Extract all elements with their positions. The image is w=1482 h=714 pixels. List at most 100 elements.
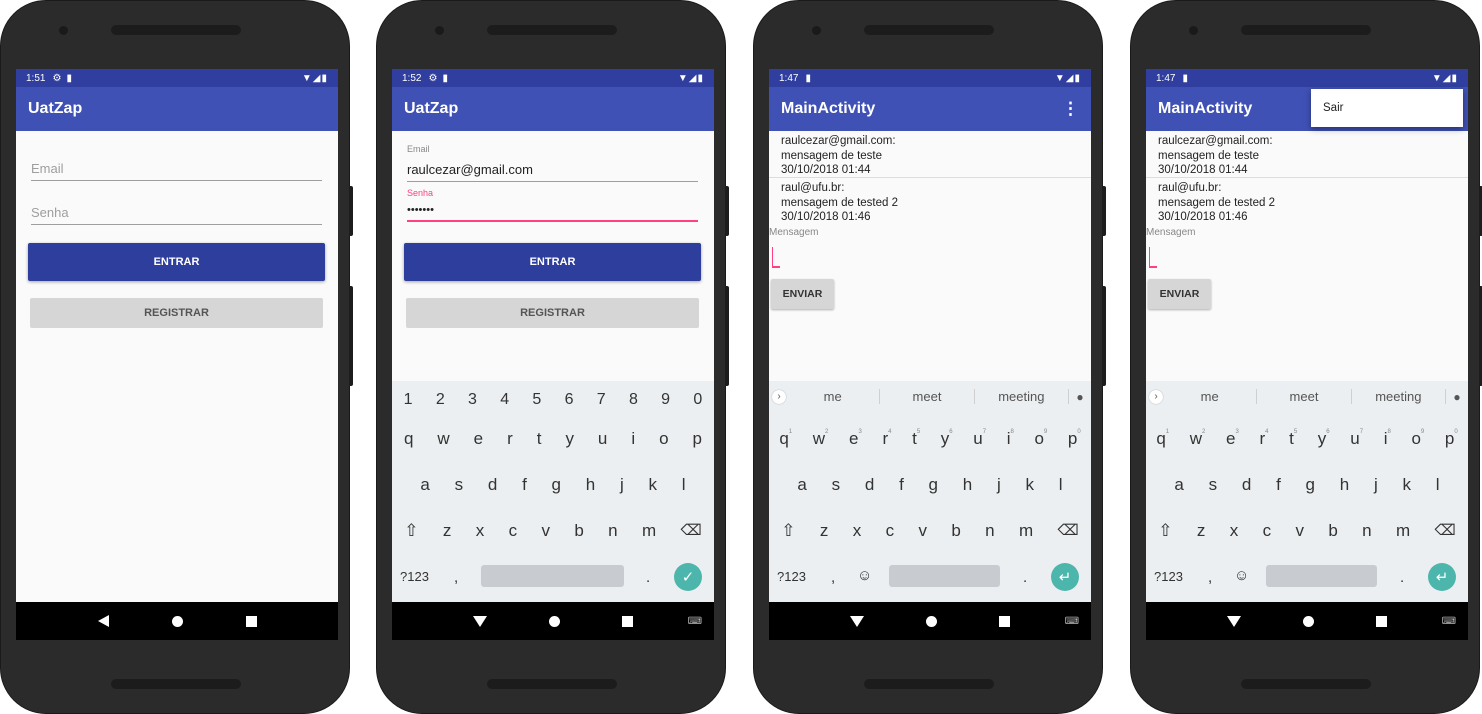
key[interactable]: f: [899, 475, 904, 495]
period-key[interactable]: .: [646, 569, 650, 586]
emoji-icon[interactable]: ☺: [857, 567, 872, 584]
key[interactable]: q: [404, 429, 413, 449]
enter-icon[interactable]: ↵: [1428, 563, 1456, 591]
key[interactable]: d: [1242, 475, 1251, 495]
keyboard-switch-icon[interactable]: ⌨: [688, 616, 702, 627]
key[interactable]: r4: [1259, 429, 1268, 449]
key[interactable]: j: [620, 475, 624, 495]
key[interactable]: i8: [1384, 429, 1391, 449]
key[interactable]: w2: [813, 429, 829, 449]
key[interactable]: d: [865, 475, 874, 495]
key[interactable]: q1: [779, 429, 792, 449]
key[interactable]: k: [649, 475, 658, 495]
key[interactable]: n: [608, 521, 617, 541]
comma-key[interactable]: ,: [454, 569, 458, 586]
key[interactable]: t: [537, 429, 542, 449]
menu-item-sair[interactable]: Sair: [1323, 102, 1343, 114]
key[interactable]: x: [853, 521, 862, 541]
symbols-key[interactable]: ?123: [400, 569, 429, 584]
message-input[interactable]: [772, 247, 773, 267]
key[interactable]: u7: [973, 429, 986, 449]
key[interactable]: y: [565, 429, 574, 449]
key[interactable]: s: [1209, 475, 1218, 495]
symbols-key[interactable]: ?123: [777, 569, 806, 584]
key[interactable]: f: [1276, 475, 1281, 495]
key[interactable]: s: [455, 475, 464, 495]
key[interactable]: r: [507, 429, 513, 449]
register-button[interactable]: REGISTRAR: [406, 298, 699, 328]
home-icon[interactable]: [926, 615, 937, 627]
key[interactable]: z: [1197, 521, 1206, 541]
key[interactable]: u: [598, 429, 607, 449]
key[interactable]: m: [1396, 521, 1410, 541]
shift-icon[interactable]: ⇧: [781, 521, 795, 541]
recent-apps-icon[interactable]: [1376, 615, 1387, 627]
key[interactable]: t5: [1289, 429, 1297, 449]
key[interactable]: m: [642, 521, 656, 541]
login-button[interactable]: ENTRAR: [28, 243, 325, 281]
email-field[interactable]: raulcezar@gmail.com: [407, 162, 698, 182]
key[interactable]: u7: [1350, 429, 1363, 449]
key[interactable]: b: [574, 521, 583, 541]
key[interactable]: 8: [629, 391, 638, 409]
comma-key[interactable]: ,: [1208, 569, 1212, 586]
key[interactable]: 7: [597, 391, 606, 409]
key[interactable]: c: [886, 521, 895, 541]
key[interactable]: 3: [468, 391, 477, 409]
comma-key[interactable]: ,: [831, 569, 835, 586]
password-field[interactable]: Senha: [31, 205, 322, 225]
key[interactable]: 0: [693, 391, 702, 409]
hide-keyboard-icon[interactable]: [850, 615, 864, 627]
login-button[interactable]: ENTRAR: [404, 243, 701, 281]
period-key[interactable]: .: [1400, 569, 1404, 586]
period-key[interactable]: .: [1023, 569, 1027, 586]
backspace-icon[interactable]: ⌫: [1058, 521, 1079, 541]
register-button[interactable]: REGISTRAR: [30, 298, 323, 328]
shift-icon[interactable]: ⇧: [404, 521, 418, 541]
message-input[interactable]: [1149, 247, 1150, 267]
shift-icon[interactable]: ⇧: [1158, 521, 1172, 541]
send-button[interactable]: ENVIAR: [771, 279, 834, 309]
suggestion[interactable]: meeting: [1352, 389, 1446, 404]
key[interactable]: w: [437, 429, 449, 449]
backspace-icon[interactable]: ⌫: [681, 521, 702, 541]
keyboard-switch-icon[interactable]: ⌨: [1065, 616, 1079, 627]
key[interactable]: v: [918, 521, 927, 541]
key[interactable]: x: [476, 521, 485, 541]
key[interactable]: r4: [882, 429, 891, 449]
key[interactable]: i8: [1007, 429, 1014, 449]
key[interactable]: t5: [912, 429, 920, 449]
password-field[interactable]: •••••••: [407, 204, 698, 222]
overflow-menu-icon[interactable]: ⋮: [1062, 99, 1079, 119]
key[interactable]: d: [488, 475, 497, 495]
send-button[interactable]: ENVIAR: [1148, 279, 1211, 309]
key[interactable]: c: [509, 521, 518, 541]
key[interactable]: j: [997, 475, 1001, 495]
symbols-key[interactable]: ?123: [1154, 569, 1183, 584]
key[interactable]: f: [522, 475, 527, 495]
mic-icon[interactable]: ●: [1069, 390, 1091, 404]
key[interactable]: z: [443, 521, 452, 541]
recent-apps-icon[interactable]: [999, 615, 1010, 627]
key[interactable]: h: [1340, 475, 1349, 495]
key[interactable]: g: [1306, 475, 1315, 495]
key[interactable]: k: [1026, 475, 1035, 495]
key[interactable]: c: [1263, 521, 1272, 541]
key[interactable]: k: [1403, 475, 1412, 495]
key[interactable]: n: [985, 521, 994, 541]
key[interactable]: p0: [1068, 429, 1081, 449]
key[interactable]: e3: [849, 429, 862, 449]
key[interactable]: o9: [1034, 429, 1047, 449]
home-icon[interactable]: [171, 615, 183, 627]
key[interactable]: l: [1059, 475, 1063, 495]
email-field[interactable]: Email: [31, 161, 322, 181]
space-key[interactable]: [481, 565, 624, 587]
key[interactable]: x: [1230, 521, 1239, 541]
keyboard-switch-icon[interactable]: ⌨: [1442, 616, 1456, 627]
key[interactable]: l: [1436, 475, 1440, 495]
key[interactable]: h: [586, 475, 595, 495]
key[interactable]: e: [474, 429, 483, 449]
key[interactable]: a: [797, 475, 806, 495]
key[interactable]: g: [929, 475, 938, 495]
key[interactable]: 2: [436, 391, 445, 409]
